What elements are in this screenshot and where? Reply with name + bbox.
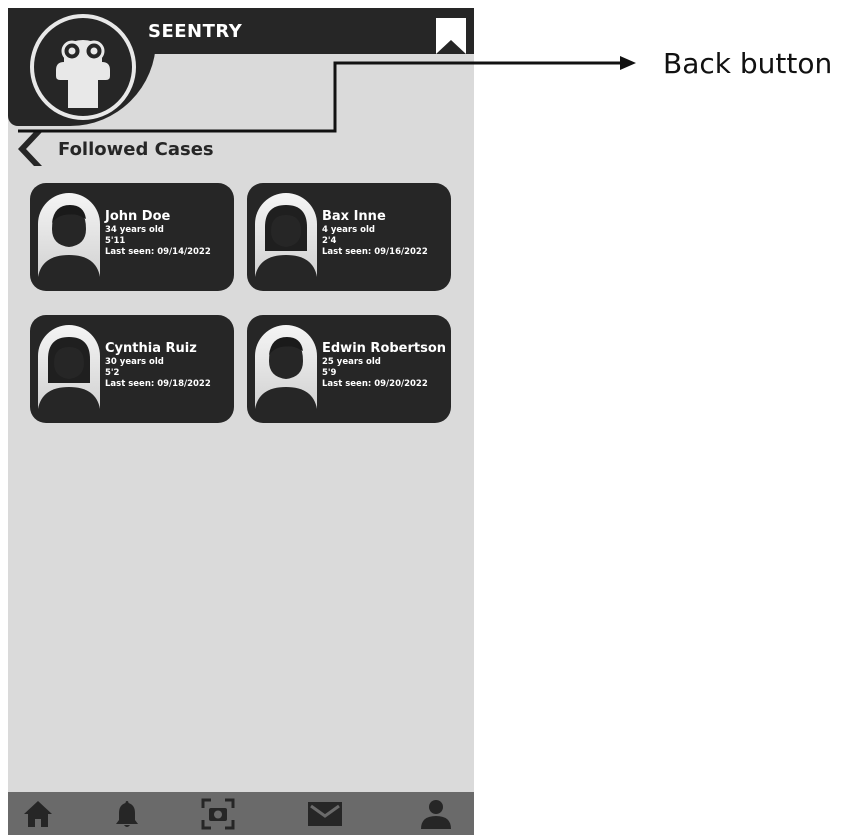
annotation-label: Back button [663, 47, 833, 80]
annotation-arrow [18, 56, 636, 133]
